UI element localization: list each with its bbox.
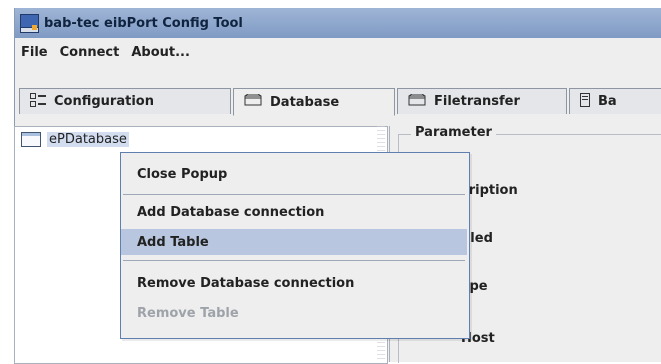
- menu-bar: File Connect About...: [15, 40, 661, 64]
- tab-configuration[interactable]: Configuration: [19, 88, 231, 114]
- remove-table-item: Remove Table: [137, 305, 239, 321]
- tree-root-node[interactable]: ePDatabase: [21, 132, 129, 147]
- menu-about[interactable]: About...: [125, 45, 196, 60]
- tab-label: Ba: [598, 94, 617, 109]
- tab-label: Configuration: [54, 94, 154, 109]
- parameter-title: Parameter: [411, 125, 496, 140]
- menu-separator: [123, 194, 465, 195]
- tab-filetransfer[interactable]: Filetransfer: [397, 88, 567, 114]
- add-database-connection-item[interactable]: Add Database connection: [121, 199, 467, 225]
- context-menu: Close Popup Add Database connection Add …: [120, 152, 470, 339]
- tab-database[interactable]: Database: [233, 88, 395, 116]
- backup-icon: [580, 92, 590, 111]
- tab-label: Filetransfer: [434, 94, 520, 109]
- configuration-icon: [30, 92, 46, 111]
- database-icon: [244, 93, 262, 110]
- tab-bar: Configuration Database Filetransfer Ba: [15, 88, 661, 196]
- tab-backup[interactable]: Ba: [569, 88, 661, 114]
- tree-root-label: ePDatabase: [47, 132, 129, 147]
- menu-file[interactable]: File: [15, 45, 54, 60]
- app-icon: [19, 13, 39, 33]
- filetransfer-icon: [408, 93, 426, 110]
- folder-icon: [21, 132, 41, 147]
- title-bar[interactable]: bab-tec eibPort Config Tool: [15, 8, 661, 38]
- window-title: bab-tec eibPort Config Tool: [44, 15, 243, 31]
- close-popup-item[interactable]: Close Popup: [121, 161, 467, 187]
- add-table-item[interactable]: Add Table: [121, 229, 467, 255]
- menu-connect[interactable]: Connect: [54, 45, 126, 60]
- menu-separator: [123, 260, 465, 261]
- remove-database-connection-item[interactable]: Remove Database connection: [121, 270, 467, 296]
- tab-label: Database: [270, 94, 340, 110]
